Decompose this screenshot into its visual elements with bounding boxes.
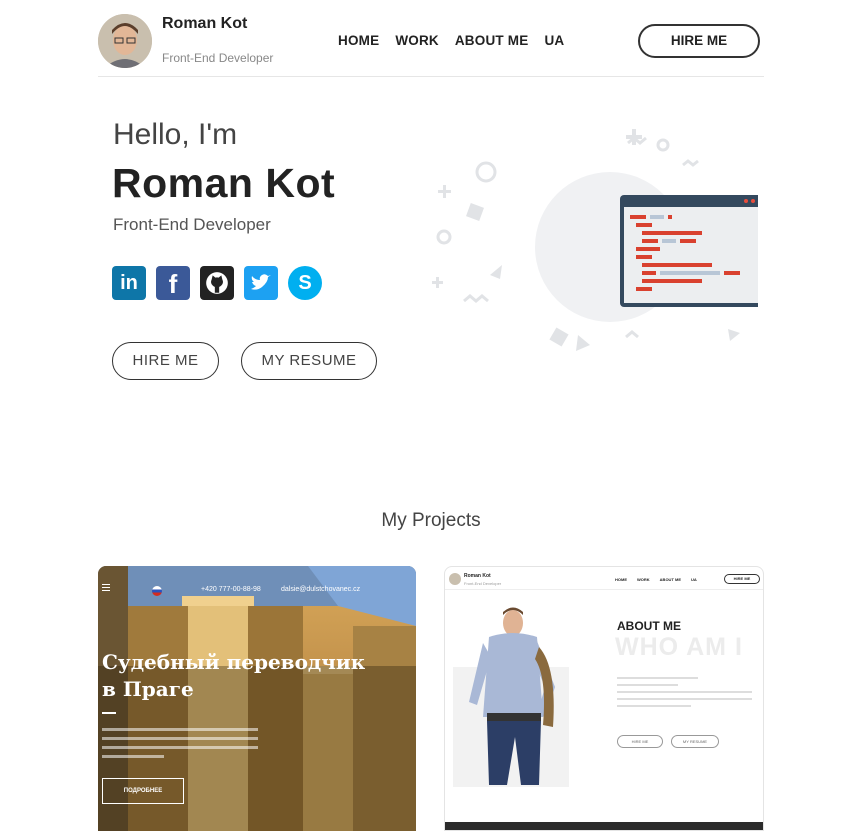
about-text [617, 677, 752, 707]
header-phone: +420 777-00-88-98 [201, 586, 261, 593]
nav-work[interactable]: WORK [395, 33, 439, 48]
mini-hire-me-button[interactable]: HIRE ME [617, 735, 663, 748]
skype-icon[interactable]: S [288, 266, 322, 300]
header-email: dalsie@dulstchovanec.cz [281, 586, 361, 593]
mini-avatar [449, 573, 461, 585]
github-icon[interactable] [200, 266, 234, 300]
site-header: Roman Kot Front-End Developer HOME WORK … [98, 0, 764, 77]
mini-nav: HOME WORK ABOUT ME UA [615, 577, 697, 582]
about-label: ABOUT ME [617, 619, 681, 633]
nav-about[interactable]: ABOUT ME [455, 33, 529, 48]
facebook-icon[interactable]: f [156, 266, 190, 300]
hero-greeting: Hello, I'm [113, 118, 238, 151]
code-illustration [428, 125, 787, 355]
main-nav: HOME WORK ABOUT ME UA [338, 33, 580, 48]
card-bottom-bar [445, 822, 763, 830]
flag-ru-icon[interactable] [152, 586, 162, 596]
mini-hire-button[interactable]: HIRE ME [724, 574, 760, 584]
my-resume-button[interactable]: MY RESUME [241, 342, 377, 380]
brand-role: Front-End Developer [162, 51, 274, 65]
linkedin-icon[interactable]: in [112, 266, 146, 300]
twitter-icon[interactable] [244, 266, 278, 300]
details-button[interactable]: ПОДРОБНЕЕ [102, 778, 184, 804]
avatar [98, 14, 152, 68]
hero-role: Front-End Developer [113, 215, 271, 234]
hire-me-button[interactable]: HIRE ME [112, 342, 219, 380]
project-card-translator[interactable]: +420 777-00-88-98 dalsie@dulstchovanec.c… [98, 566, 416, 831]
mini-resume-button[interactable]: MY RESUME [671, 735, 719, 748]
projects-title: My Projects [381, 510, 481, 531]
brand-name[interactable]: Roman Kot [162, 16, 252, 32]
hero-heading: Судебный переводчик в Праге [102, 650, 366, 701]
hero-name: Roman Kot [112, 160, 336, 206]
menu-icon[interactable] [102, 584, 110, 585]
divider [102, 712, 116, 714]
project-card-portfolio[interactable]: Roman Kot Front-End Developer HOME WORK … [444, 566, 764, 831]
nav-home[interactable]: HOME [338, 33, 379, 48]
mini-brand: Roman Kot [464, 573, 491, 579]
mini-role: Front-End Developer [464, 581, 502, 586]
hire-me-header-button[interactable]: HIRE ME [638, 24, 760, 58]
who-am-i-label: WHO AM I [615, 633, 743, 661]
person-photo [469, 607, 555, 785]
nav-lang[interactable]: UA [544, 33, 564, 48]
intro-text [102, 728, 258, 758]
social-links: in f S [112, 266, 322, 300]
